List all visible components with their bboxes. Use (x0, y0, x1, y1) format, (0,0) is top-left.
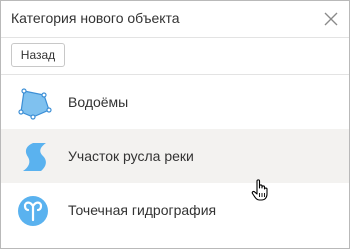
polygon-icon (15, 86, 55, 120)
category-item-water-bodies[interactable]: Водоёмы (1, 75, 349, 129)
dialog-toolbar: Назад (1, 38, 349, 75)
dialog-header: Категория нового объекта (1, 1, 349, 38)
category-label: Точечная гидрография (68, 202, 217, 218)
new-object-category-dialog: Категория нового объекта Назад Водоёмы У… (0, 0, 350, 249)
river-segment-icon (15, 140, 55, 174)
category-item-point-hydrography[interactable]: Точечная гидрография (1, 183, 349, 237)
dialog-title: Категория нового объекта (11, 10, 180, 26)
back-button[interactable]: Назад (11, 43, 65, 67)
category-label: Участок русла реки (68, 148, 194, 164)
category-list: Водоёмы Участок русла реки Точечная гидр… (1, 75, 349, 237)
category-item-river-segment[interactable]: Участок русла реки (1, 129, 349, 183)
spring-icon (15, 194, 55, 228)
category-label: Водоёмы (68, 94, 129, 110)
close-icon[interactable] (323, 11, 339, 27)
